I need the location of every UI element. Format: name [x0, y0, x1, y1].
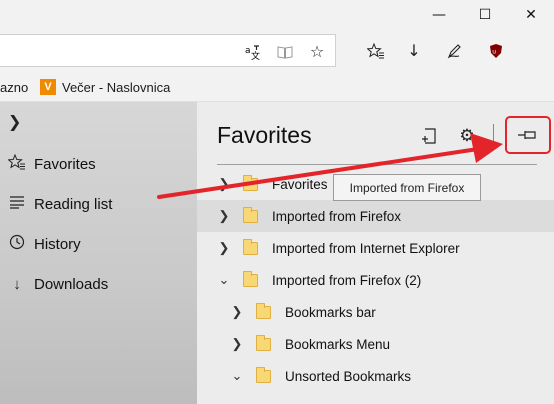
folder-label: Bookmarks Menu: [285, 336, 391, 352]
hub-item-label: Reading list: [34, 195, 113, 213]
annotation-highlight-box: [505, 116, 551, 154]
tooltip: Imported from Firefox: [333, 174, 481, 201]
favorites-bar-item-label: Večer - Naslovnica: [62, 79, 171, 95]
maximize-icon[interactable]: ☐: [462, 0, 508, 30]
history-icon: [0, 234, 34, 254]
folder-row-imported-from-firefox-2[interactable]: ⌄ Imported from Firefox (2): [197, 264, 554, 296]
chevron-down-icon[interactable]: ⌄: [230, 368, 244, 384]
translate-icon[interactable]: a文: [238, 35, 268, 68]
add-favorite-star-icon[interactable]: ☆: [302, 35, 332, 68]
hub-item-history[interactable]: History: [0, 224, 197, 264]
folder-icon: [256, 334, 271, 351]
folder-row-imported-from-ie[interactable]: ❯ Imported from Internet Explorer: [197, 232, 554, 264]
new-folder-icon[interactable]: [415, 122, 443, 150]
hub-item-label: Favorites: [34, 155, 96, 173]
hub-rail: ❯ Favorites Reading list History ↓ Downl…: [0, 102, 197, 404]
favorites-hub-icon[interactable]: [358, 34, 394, 67]
download-icon: ↓: [13, 275, 21, 293]
reading-view-icon[interactable]: [270, 35, 300, 68]
hub-item-favorites[interactable]: Favorites: [0, 144, 197, 184]
favorites-bar-item[interactable]: azno: [0, 72, 28, 102]
panel-separator: [493, 124, 494, 148]
folder-label: Imported from Internet Explorer: [272, 240, 460, 256]
hub-item-label: Downloads: [34, 275, 109, 293]
chevron-right-icon[interactable]: ❯: [8, 112, 21, 131]
chevron-right-icon[interactable]: ❯: [230, 304, 244, 320]
chevron-right-icon[interactable]: ❯: [217, 208, 231, 224]
chevron-right-icon[interactable]: ❯: [230, 336, 244, 352]
folder-row-unsorted-bookmarks[interactable]: ⌄ Unsorted Bookmarks: [197, 360, 554, 392]
chevron-down-icon[interactable]: ⌄: [217, 272, 231, 288]
address-bar[interactable]: a文 ☆: [0, 34, 336, 67]
folder-icon: [256, 302, 271, 319]
favorites-bar: azno V Večer - Naslovnica: [0, 72, 554, 102]
favorites-bar-item-vecer[interactable]: V Večer - Naslovnica: [40, 72, 170, 102]
folder-icon: [243, 206, 258, 223]
svg-text:u: u: [492, 48, 496, 55]
folder-row-bookmarks-menu[interactable]: ❯ Bookmarks Menu: [197, 328, 554, 360]
ublock-origin-icon[interactable]: u: [478, 34, 514, 67]
folder-row-bookmarks-bar[interactable]: ❯ Bookmarks bar: [197, 296, 554, 328]
hub-item-label: History: [34, 235, 81, 253]
folder-icon: [243, 174, 258, 191]
folder-label: Favorites: [272, 176, 328, 192]
title-bar: — ☐ ✕: [0, 0, 554, 30]
folder-icon: [243, 238, 258, 255]
close-icon[interactable]: ✕: [508, 0, 554, 30]
reading-list-icon: [0, 195, 34, 213]
hub-item-reading-list[interactable]: Reading list: [0, 184, 197, 224]
folder-label: Imported from Firefox: [272, 208, 402, 224]
panel-divider: [217, 164, 537, 165]
folder-label: Bookmarks bar: [285, 304, 376, 320]
svg-text:a: a: [245, 46, 251, 56]
svg-text:文: 文: [251, 50, 260, 60]
chevron-right-icon[interactable]: ❯: [217, 176, 231, 192]
minimize-icon[interactable]: —: [416, 0, 462, 30]
folder-icon: [256, 366, 271, 383]
web-note-pen-icon[interactable]: [436, 34, 472, 67]
folder-row-imported-from-firefox[interactable]: ❯ Imported from Firefox: [197, 200, 554, 232]
downloads-arrow-icon[interactable]: ↓: [396, 34, 432, 67]
folder-icon: [243, 270, 258, 287]
address-row: a文 ☆ ↓ u: [0, 30, 554, 72]
folder-label: Imported from Firefox (2): [272, 272, 422, 288]
vecer-logo-icon: V: [40, 79, 56, 95]
folder-label: Unsorted Bookmarks: [285, 368, 412, 384]
panel-title: Favorites: [217, 122, 312, 148]
settings-gear-icon[interactable]: ⚙: [453, 122, 481, 150]
chevron-right-icon[interactable]: ❯: [217, 240, 231, 256]
favorites-icon: [0, 153, 34, 174]
hub-item-downloads[interactable]: ↓ Downloads: [0, 264, 197, 304]
favorites-panel: Favorites ⚙ ❯ Favorites ❯ Imported from …: [197, 102, 554, 404]
